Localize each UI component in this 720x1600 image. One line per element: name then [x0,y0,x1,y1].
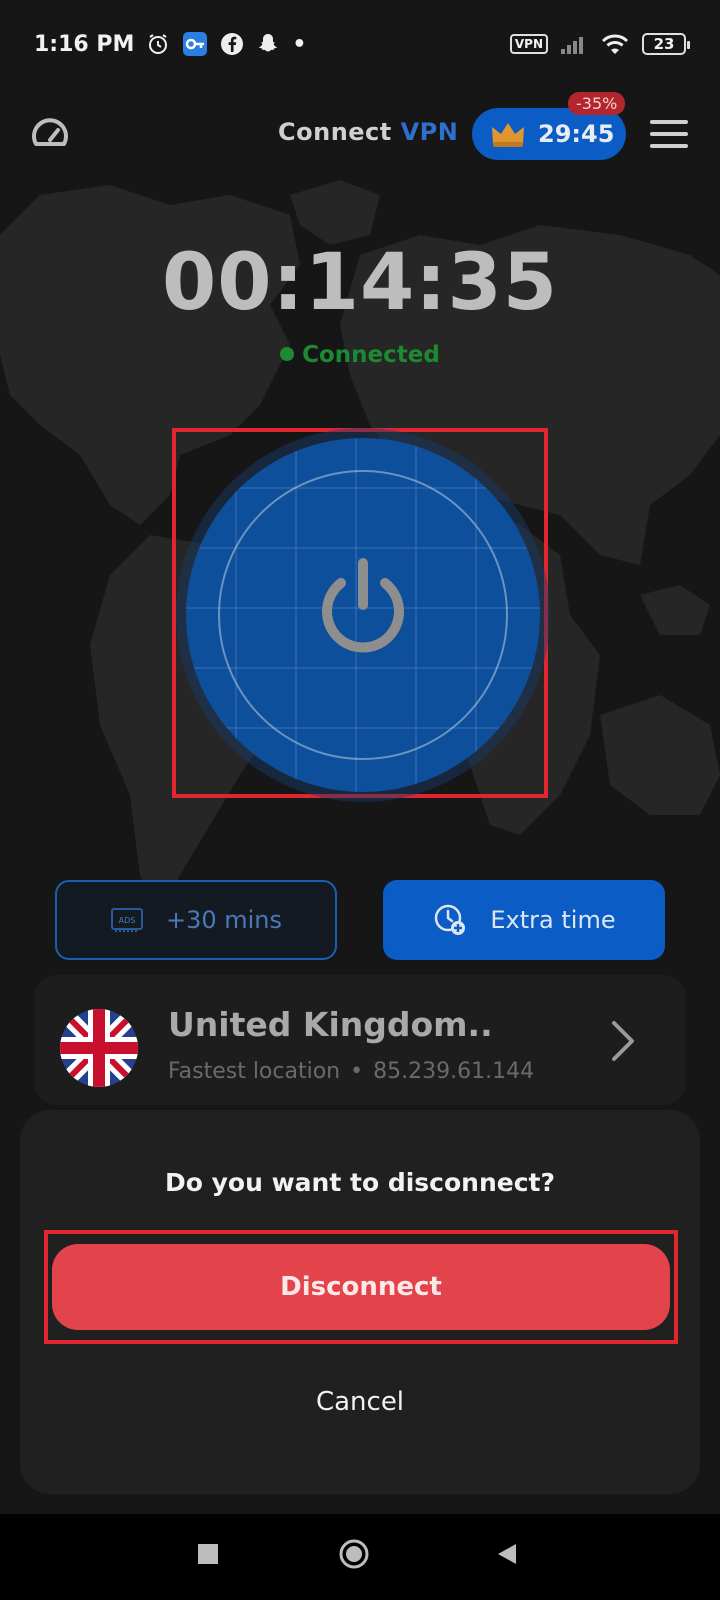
app-title: Connect VPN [278,118,458,146]
battery-indicator: 23 [642,33,690,55]
recents-square-icon[interactable] [196,1542,220,1566]
disconnect-button-highlight: Disconnect [44,1230,678,1344]
vpn-status-badge: VPN [509,34,548,54]
app-header: Connect VPN 29:45 -35% [0,92,720,170]
wifi-icon [600,32,630,56]
connection-status-label: Connected [302,342,440,368]
location-details: Fastest location • 85.239.61.144 [168,1059,534,1084]
ads-button-label: +30 mins [165,906,283,934]
facebook-icon [220,32,244,56]
cancel-button[interactable]: Cancel [20,1372,700,1432]
signal-icon [560,33,588,55]
app-title-accent: VPN [400,118,459,146]
premium-offer-button[interactable]: 29:45 [472,108,626,160]
vpn-key-app-icon [182,31,208,57]
location-ip: 85.239.61.144 [373,1059,535,1084]
system-nav-bar [0,1514,720,1600]
location-country: United Kingdom.. [168,1005,493,1044]
discount-badge: -35% [568,92,626,115]
connection-status: Connected [0,342,720,368]
premium-countdown: 29:45 [538,120,615,148]
extra-time-label: Extra time [490,906,616,934]
snapchat-icon [256,32,280,56]
disconnect-dialog: Do you want to disconnect? Disconnect Ca… [20,1110,700,1494]
session-timer: 00:14:35 [161,238,559,328]
watch-ads-30-mins-button[interactable]: ADS +30 mins [55,880,337,960]
speedometer-icon[interactable] [30,114,70,154]
status-time: 1:16 PM [34,31,135,57]
uk-flag-icon [60,1009,138,1087]
crown-icon [492,123,524,147]
back-triangle-icon[interactable] [494,1542,518,1566]
clock-add-icon [435,904,466,935]
home-circle-icon[interactable] [338,1538,370,1570]
extra-time-button[interactable]: Extra time [383,880,665,960]
hamburger-menu-icon[interactable] [650,120,688,148]
chevron-right-icon [612,1021,634,1061]
disconnect-button[interactable]: Disconnect [52,1244,670,1330]
dialog-question: Do you want to disconnect? [164,1168,555,1197]
notification-dot: • [292,31,307,57]
alarm-icon [146,32,170,56]
power-button[interactable] [186,438,540,792]
power-icon [322,558,404,653]
status-bar: 1:16 PM • VPN 23 [0,0,720,88]
location-type: Fastest location [168,1059,341,1084]
separator-dot: • [350,1059,364,1084]
server-location-card[interactable]: United Kingdom.. Fastest location • 85.239… [34,975,686,1105]
app-title-prefix: Connect [278,118,392,146]
ads-icon-label: ADS [119,916,136,925]
power-button-highlight [172,428,548,798]
ads-icon: ADS [110,908,143,932]
status-dot-icon [280,347,295,361]
